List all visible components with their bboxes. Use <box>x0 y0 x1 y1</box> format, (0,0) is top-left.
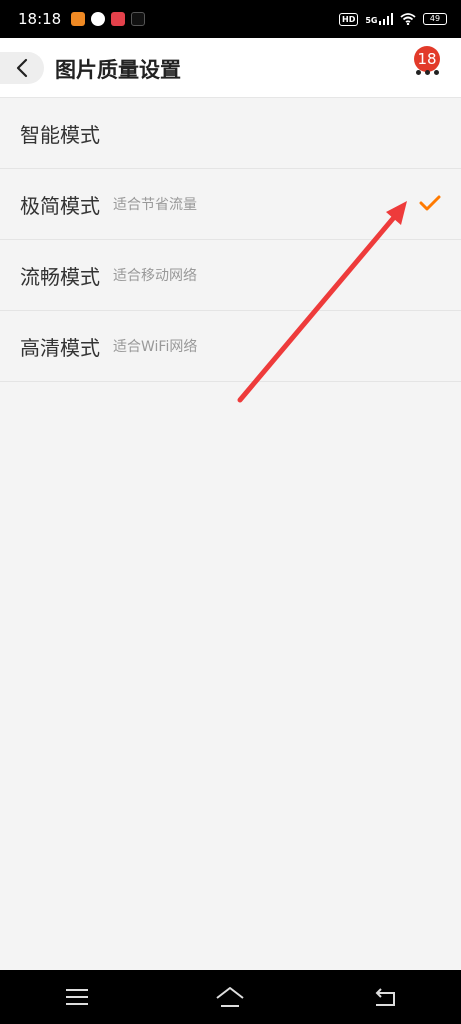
menu-icon <box>65 989 88 1005</box>
battery-icon: 49 <box>423 13 447 25</box>
notification-app-icon <box>111 12 126 26</box>
network-type: 5G <box>365 16 378 25</box>
home-icon <box>216 987 245 1007</box>
menu-button[interactable] <box>47 977 107 1017</box>
wifi-icon <box>400 13 416 25</box>
mode-item-minimal[interactable]: 极简模式 适合节省流量 <box>0 169 461 240</box>
mode-name: 流畅模式 <box>20 264 100 289</box>
mode-item-hd[interactable]: 高清模式 适合WiFi网络 <box>0 311 461 382</box>
battery-level: 49 <box>429 14 441 23</box>
mode-description: 适合移动网络 <box>113 268 197 284</box>
mode-item-smooth[interactable]: 流畅模式 适合移动网络 <box>0 240 461 311</box>
mode-item-smart[interactable]: 智能模式 <box>0 98 461 169</box>
home-button[interactable] <box>200 977 260 1017</box>
mode-description: 适合节省流量 <box>113 197 197 213</box>
tiktok-icon <box>131 12 146 26</box>
status-left: 18:18 <box>18 10 146 28</box>
more-button[interactable]: 18 <box>411 46 447 86</box>
more-dots-icon <box>416 70 439 75</box>
mode-name: 极简模式 <box>20 193 100 218</box>
status-right: HD 5G 49 <box>339 12 447 26</box>
header: 图片质量设置 18 <box>0 38 461 98</box>
hd-icon: HD <box>339 12 359 26</box>
mode-list: 智能模式 极简模式 适合节省流量 流畅模式 适合移动网络 高清模式 适合WiFi… <box>0 98 461 382</box>
mode-name: 智能模式 <box>20 122 100 147</box>
cellular-signal-icon: 5G <box>365 13 393 25</box>
notification-badge: 18 <box>414 46 440 72</box>
status-bar: 18:18 HD 5G 49 <box>0 0 461 38</box>
notification-app-icon <box>71 12 86 26</box>
page-title: 图片质量设置 <box>55 58 181 82</box>
mode-description: 适合WiFi网络 <box>113 339 198 355</box>
back-button[interactable] <box>0 52 44 84</box>
message-icon <box>91 12 106 26</box>
status-time: 18:18 <box>18 10 62 28</box>
back-arrow-icon <box>375 988 396 1006</box>
mode-name: 高清模式 <box>20 335 100 360</box>
navigation-bar <box>0 970 461 1024</box>
check-icon <box>419 195 441 211</box>
chevron-left-icon <box>16 58 28 78</box>
screen: 18:18 HD 5G 49 图片质量设置 18 智能模式 极简模式 适合节省流… <box>0 0 461 1024</box>
back-nav-button[interactable] <box>354 977 414 1017</box>
